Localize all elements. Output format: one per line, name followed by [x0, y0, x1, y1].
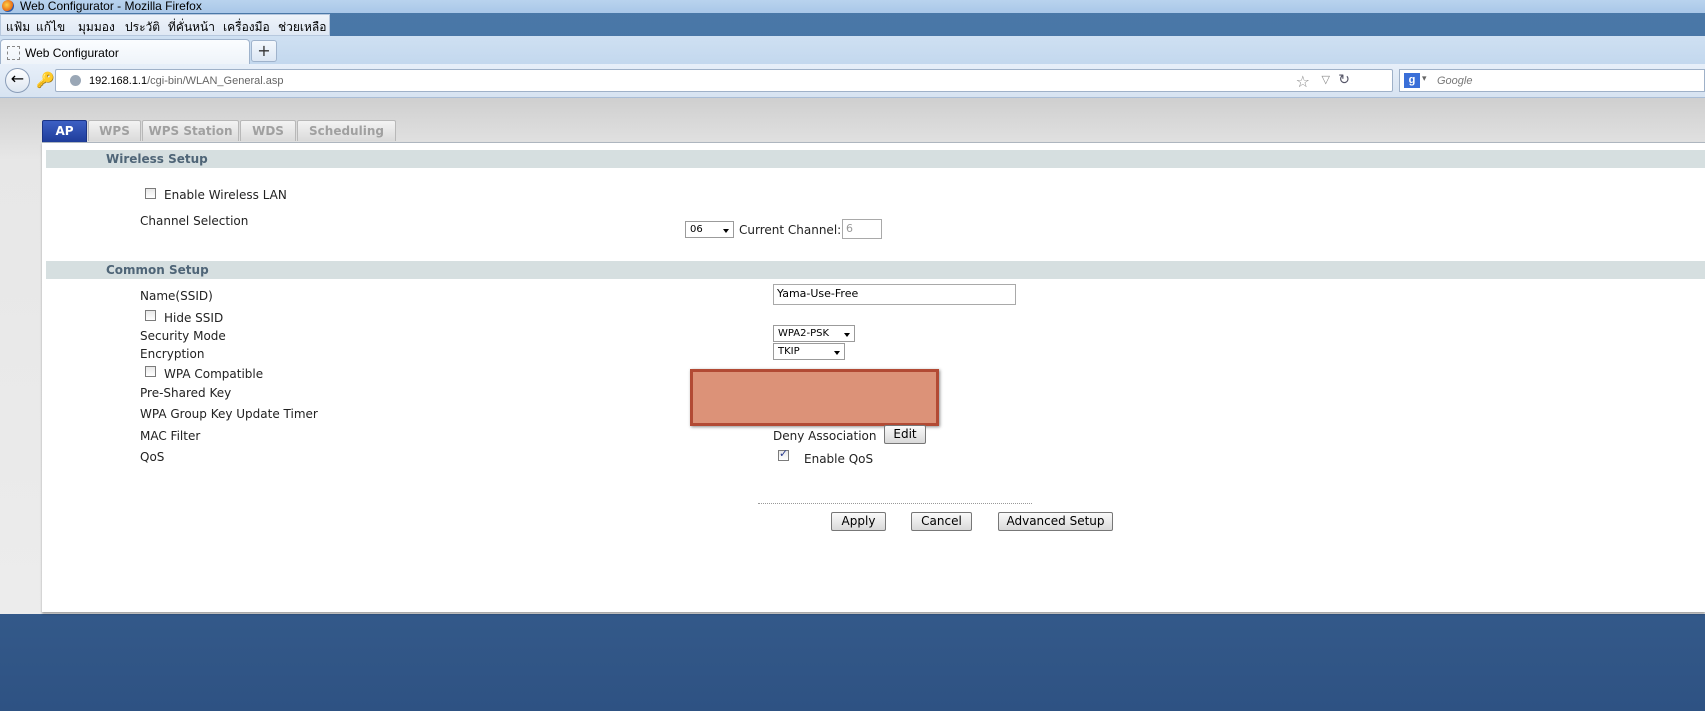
encryption-label: Encryption [140, 347, 205, 361]
browser-tab-title: Web Configurator [25, 46, 119, 60]
security-mode-label: Security Mode [140, 329, 226, 343]
channel-selection-label: Channel Selection [140, 214, 249, 228]
channel-select[interactable]: 06 [685, 221, 734, 238]
wpa-compatible-checkbox[interactable] [145, 366, 156, 377]
qos-label: QoS [140, 450, 165, 464]
window-title: Web Configurator - Mozilla Firefox [20, 0, 202, 13]
menu-history[interactable]: ประวัติ [125, 18, 160, 37]
redaction-box [690, 369, 939, 426]
enable-wlan-label: Enable Wireless LAN [164, 188, 287, 202]
page-icon [7, 46, 20, 60]
search-placeholder: Google [1437, 75, 1473, 87]
current-channel-label: Current Channel: [739, 223, 842, 237]
tab-ap[interactable]: AP [42, 120, 87, 142]
tab-wps[interactable]: WPS [88, 120, 141, 141]
apply-button[interactable]: Apply [831, 512, 886, 531]
menu-file[interactable]: แฟ้ม [6, 18, 30, 37]
back-arrow-icon: ← [10, 69, 25, 88]
tab-strip: Web Configurator + [0, 36, 1705, 65]
google-icon[interactable]: g [1404, 73, 1420, 88]
key-icon[interactable]: 🔑 [36, 71, 55, 89]
pre-shared-key-label: Pre-Shared Key [140, 386, 232, 400]
section-title: Common Setup [106, 263, 209, 277]
address-bar[interactable]: 192.168.1.1/cgi-bin/WLAN_General.asp ☆ ▽… [55, 69, 1393, 92]
current-channel-field: 6 [842, 219, 882, 239]
enable-qos-checkbox[interactable] [778, 447, 789, 461]
new-tab-button[interactable]: + [251, 40, 277, 62]
back-button[interactable]: ← [5, 68, 30, 93]
settings-panel: Wireless Setup Enable Wireless LAN Chann… [42, 142, 1705, 612]
section-title: Wireless Setup [106, 152, 208, 166]
ssid-input[interactable]: Yama-Use-Free [773, 284, 1016, 305]
security-mode-select[interactable]: WPA2-PSK [773, 325, 855, 342]
cancel-button[interactable]: Cancel [911, 512, 972, 531]
wpa-compatible-label: WPA Compatible [164, 367, 264, 381]
browser-tab[interactable]: Web Configurator [0, 39, 250, 65]
chevron-down-icon [723, 229, 729, 233]
group-key-timer-label: WPA Group Key Update Timer [140, 407, 318, 421]
reload-icon[interactable]: ↻ [1338, 72, 1350, 88]
url-host: 192.168.1.1 [89, 75, 148, 87]
page-content: AP WPS WPS Station WDS Scheduling Wirele… [0, 98, 1705, 614]
url-path: /cgi-bin/WLAN_General.asp [147, 75, 284, 87]
tab-wds[interactable]: WDS [240, 120, 296, 141]
navigation-bar: ← 🔑 192.168.1.1/cgi-bin/WLAN_General.asp… [0, 64, 1705, 98]
chevron-down-icon [844, 333, 850, 337]
url-dropdown-icon[interactable]: ▽ [1322, 73, 1330, 86]
chevron-down-icon [834, 351, 840, 355]
menu-view[interactable]: มุมมอง [78, 18, 115, 37]
search-bar[interactable]: g ▾ Google [1399, 69, 1705, 92]
firefox-logo-icon [2, 0, 14, 12]
hide-ssid-checkbox[interactable] [145, 310, 156, 321]
mac-filter-edit-button[interactable]: Edit [884, 425, 926, 444]
url-text[interactable]: 192.168.1.1/cgi-bin/WLAN_General.asp [89, 75, 283, 87]
search-engine-dropdown-icon[interactable]: ▾ [1422, 74, 1427, 84]
tab-scheduling[interactable]: Scheduling [297, 120, 396, 141]
section-wireless-setup: Wireless Setup [46, 150, 1705, 168]
enable-wlan-checkbox[interactable] [145, 188, 156, 199]
menu-edit[interactable]: แก้ไข [36, 18, 65, 37]
menu-tools[interactable]: เครื่องมือ [223, 18, 270, 37]
enable-qos-label: Enable QoS [804, 452, 874, 466]
mac-filter-value: Deny Association [773, 429, 877, 443]
mac-filter-label: MAC Filter [140, 429, 201, 443]
encryption-select[interactable]: TKIP [773, 343, 845, 360]
ssid-label: Name(SSID) [140, 289, 213, 303]
menu-bookmarks[interactable]: ที่คั่นหน้า [168, 18, 215, 37]
bookmark-star-icon[interactable]: ☆ [1296, 72, 1310, 91]
hide-ssid-label: Hide SSID [164, 311, 224, 325]
tab-wps-station[interactable]: WPS Station [142, 120, 239, 141]
section-common-setup: Common Setup [46, 261, 1705, 279]
divider [758, 503, 1032, 504]
advanced-setup-button[interactable]: Advanced Setup [998, 512, 1113, 531]
menu-help[interactable]: ช่วยเหลือ [278, 18, 327, 37]
globe-icon [70, 75, 81, 86]
window-titlebar: Web Configurator - Mozilla Firefox [0, 0, 1705, 13]
menu-bar: แฟ้ม แก้ไข มุมมอง ประวัติ ที่คั่นหน้า เค… [0, 14, 330, 36]
